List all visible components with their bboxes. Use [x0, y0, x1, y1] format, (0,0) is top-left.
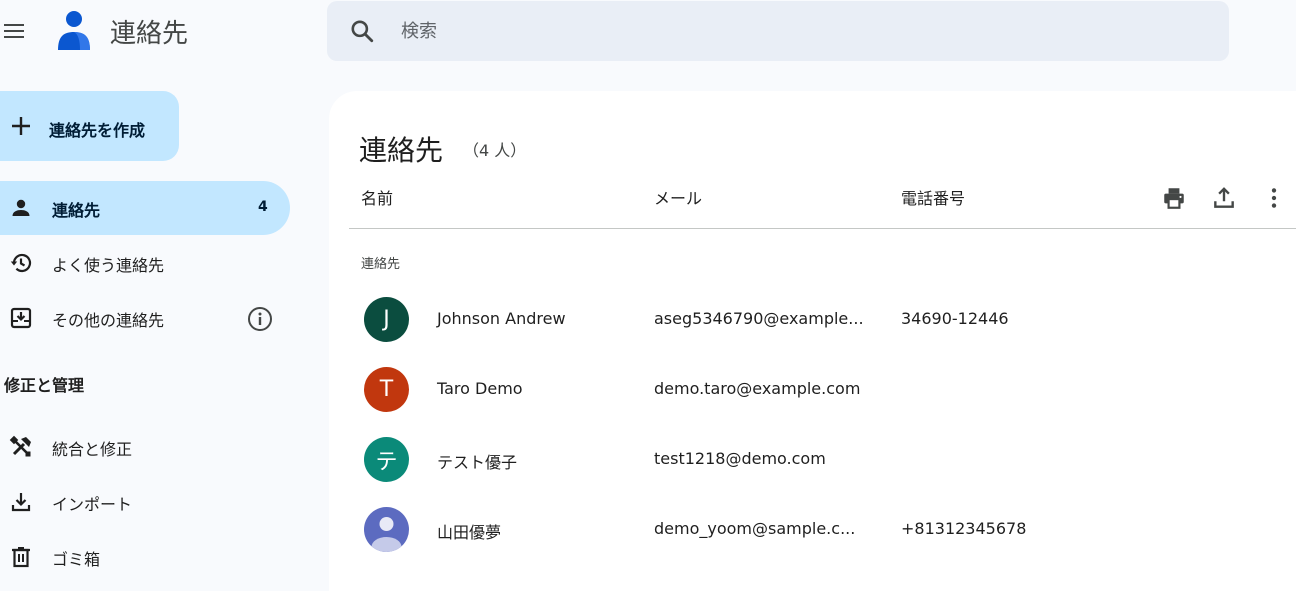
sidebar-item-label: その他の連絡先	[52, 311, 165, 330]
sidebar-item-frequent[interactable]: よく使う連絡先	[0, 236, 290, 290]
print-icon[interactable]	[1161, 185, 1187, 211]
contact-email: demo_yoom@sample.c...	[654, 519, 856, 538]
sidebar-item-trash[interactable]: ゴミ箱	[0, 530, 290, 584]
contact-name: 山田優夢	[437, 523, 502, 542]
create-contact-label: 連絡先を作成	[49, 121, 146, 140]
header-divider	[349, 228, 1296, 229]
more-vert-icon[interactable]	[1261, 185, 1287, 211]
table-row[interactable]: テ テスト優子 test1218@demo.com	[349, 425, 1296, 495]
contact-name: テスト優子	[437, 453, 518, 472]
sidebar-item-label: 統合と修正	[52, 440, 133, 459]
search-icon[interactable]	[349, 18, 375, 44]
trash-icon	[12, 547, 30, 568]
export-icon[interactable]	[1211, 185, 1237, 211]
contact-name: Taro Demo	[437, 379, 523, 398]
search-input[interactable]	[401, 15, 1201, 47]
main-menu-button[interactable]	[2, 21, 26, 43]
group-label: 連絡先	[361, 257, 401, 272]
contact-phone: 34690-12446	[901, 309, 1009, 328]
table-row[interactable]: 山田優夢 demo_yoom@sample.c... +81312345678	[349, 495, 1296, 565]
sidebar-item-label: よく使う連絡先	[52, 256, 165, 275]
inbox-download-icon	[10, 307, 32, 329]
download-icon	[11, 493, 31, 512]
contact-email: demo.taro@example.com	[654, 379, 861, 398]
contact-phone: +81312345678	[901, 519, 1027, 538]
contacts-logo-icon	[58, 11, 90, 50]
sidebar-item-label: 連絡先	[52, 201, 101, 220]
history-icon	[10, 253, 32, 273]
page-title: 連絡先	[359, 134, 444, 167]
avatar: J	[364, 297, 409, 342]
contact-email: test1218@demo.com	[654, 449, 826, 468]
default-avatar-icon	[371, 517, 402, 552]
sidebar-item-merge-fix[interactable]: 統合と修正	[0, 420, 290, 474]
menu-icon	[4, 24, 24, 26]
section-heading-manage: 修正と管理	[4, 376, 85, 395]
avatar: テ	[364, 437, 409, 482]
search-bar[interactable]	[327, 1, 1229, 61]
person-icon	[12, 199, 30, 216]
column-header-email: メール	[654, 189, 703, 208]
contact-name: Johnson Andrew	[437, 309, 566, 328]
plus-icon	[12, 117, 30, 135]
column-header-phone: 電話番号	[901, 189, 966, 208]
sidebar-item-label: インポート	[52, 495, 133, 514]
page-count: （4 人）	[463, 141, 527, 160]
contacts-count-badge: 4	[258, 199, 268, 215]
sidebar-item-label: ゴミ箱	[52, 550, 101, 569]
table-row[interactable]: J Johnson Andrew aseg5346790@example... …	[349, 285, 1296, 355]
contact-email: aseg5346790@example...	[654, 309, 864, 328]
sidebar-item-contacts[interactable]: 連絡先 4	[0, 181, 290, 235]
sidebar-item-import[interactable]: インポート	[0, 475, 290, 529]
tools-icon	[9, 435, 31, 457]
info-icon[interactable]	[247, 306, 273, 332]
avatar: T	[364, 367, 409, 412]
table-row[interactable]: T Taro Demo demo.taro@example.com	[349, 355, 1296, 425]
contacts-panel: 連絡先 （4 人） 名前 メール 電話番号 連絡先 J Johnson Andr…	[329, 91, 1296, 591]
app-title: 連絡先	[110, 19, 189, 49]
avatar	[364, 507, 409, 552]
column-header-name[interactable]: 名前	[361, 185, 393, 209]
create-contact-button[interactable]: 連絡先を作成	[0, 91, 179, 161]
